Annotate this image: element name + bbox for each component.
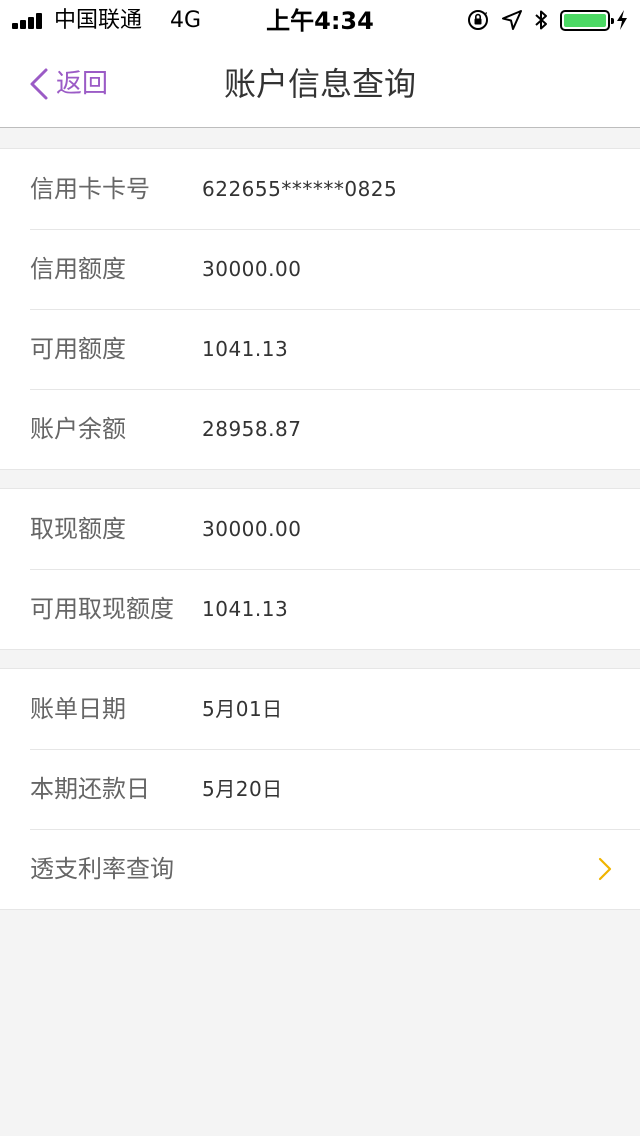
row-value: 1041.13	[202, 597, 289, 621]
list-item-credit-limit: 信用额度 30000.00	[0, 229, 640, 309]
row-value: 30000.00	[202, 257, 302, 281]
charging-bolt-icon	[617, 10, 627, 30]
location-icon	[502, 10, 522, 30]
account-info-page: 中国联通 4G 上午4:34 返回 账户信息查询 信用卡卡号 622655***…	[0, 0, 640, 1136]
row-label: 透支利率查询	[30, 855, 174, 883]
row-label: 可用取现额度	[30, 595, 174, 623]
list-item-payment-due-date: 本期还款日 5月20日	[0, 749, 640, 829]
list-item-available-cash-limit: 可用取现额度 1041.13	[0, 569, 640, 649]
list-item-overdraft-rate-query[interactable]: 透支利率查询	[0, 829, 640, 909]
list-item-card-number: 信用卡卡号 622655******0825	[0, 149, 640, 229]
list-item-cash-limit: 取现额度 30000.00	[0, 489, 640, 569]
row-value: 5月01日	[202, 697, 283, 721]
list-item-statement-date: 账单日期 5月01日	[0, 669, 640, 749]
list-item-account-balance: 账户余额 28958.87	[0, 389, 640, 469]
row-label: 账单日期	[30, 695, 126, 723]
billing-group: 账单日期 5月01日 本期还款日 5月20日 透支利率查询	[0, 668, 640, 910]
row-value: 1041.13	[202, 337, 289, 361]
battery-icon	[560, 10, 614, 31]
row-label: 信用额度	[30, 255, 126, 283]
row-label: 本期还款日	[30, 775, 150, 803]
card-info-group: 信用卡卡号 622655******0825 信用额度 30000.00 可用额…	[0, 148, 640, 470]
bluetooth-icon	[535, 10, 547, 30]
row-value: 28958.87	[202, 417, 302, 441]
row-label: 取现额度	[30, 515, 126, 543]
page-title: 账户信息查询	[223, 65, 416, 103]
list-item-available-limit: 可用额度 1041.13	[0, 309, 640, 389]
battery-level-fill	[564, 14, 606, 27]
navigation-bar: 返回 账户信息查询	[0, 40, 640, 128]
chevron-right-icon	[598, 857, 612, 881]
row-value: 622655******0825	[202, 177, 398, 201]
row-value: 5月20日	[202, 777, 283, 801]
row-label: 账户余额	[30, 415, 126, 443]
row-label: 信用卡卡号	[30, 175, 150, 203]
row-label: 可用额度	[30, 335, 126, 363]
status-bar: 中国联通 4G 上午4:34	[0, 0, 640, 40]
orientation-lock-icon	[468, 10, 488, 30]
cash-advance-group: 取现额度 30000.00 可用取现额度 1041.13	[0, 488, 640, 650]
row-value: 30000.00	[202, 517, 302, 541]
